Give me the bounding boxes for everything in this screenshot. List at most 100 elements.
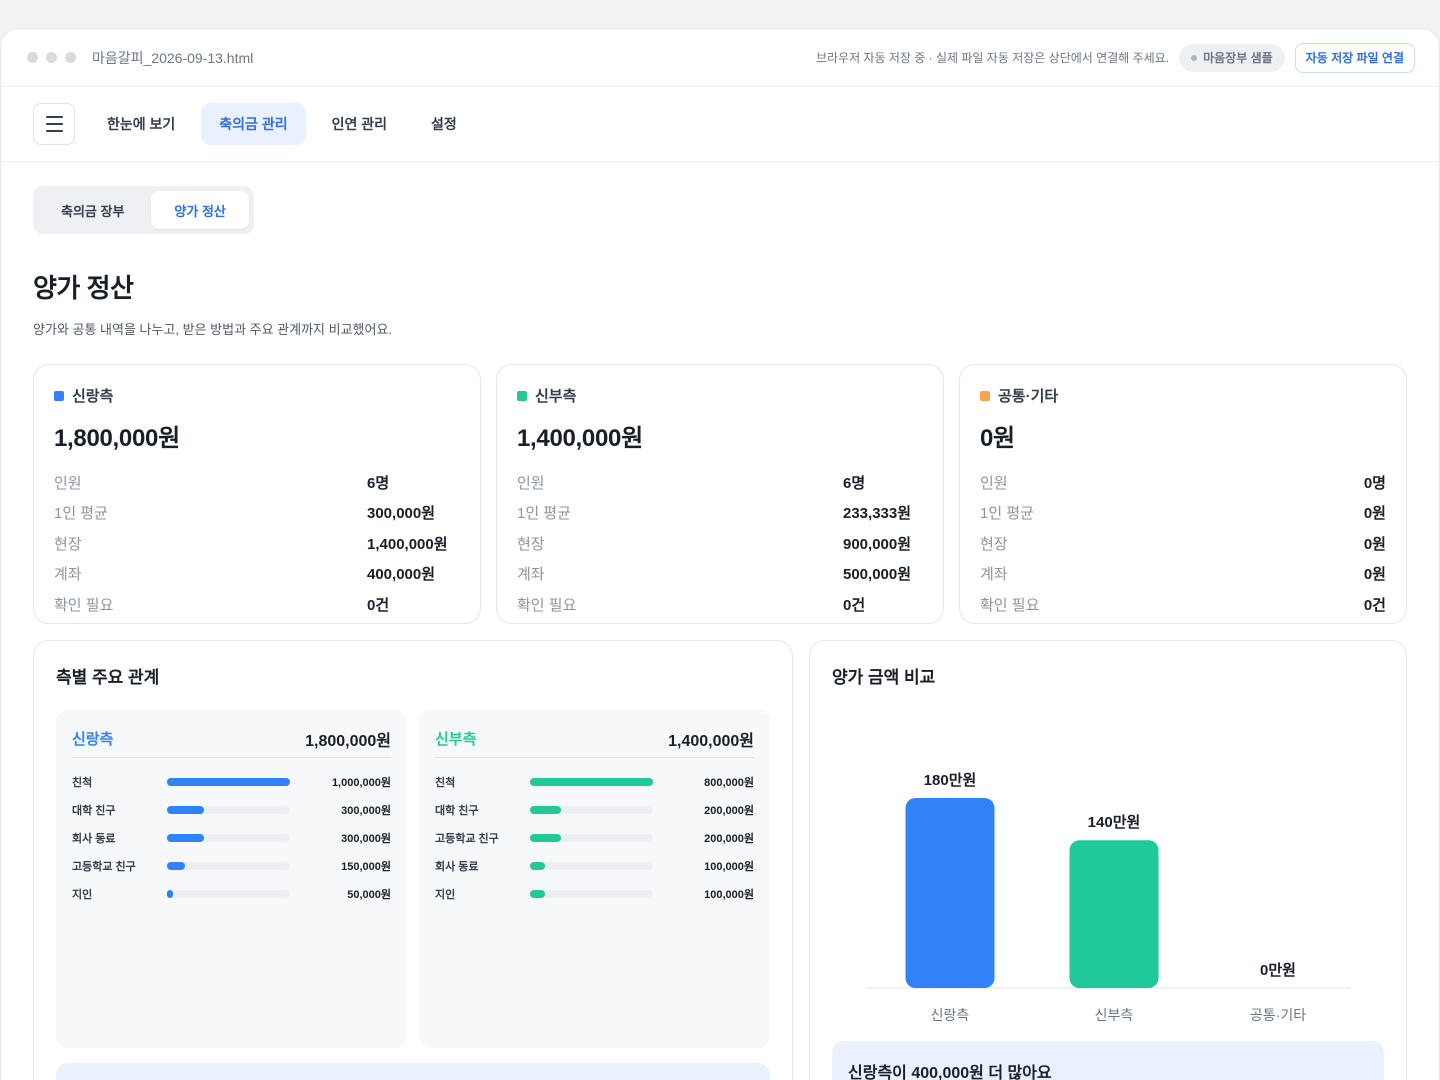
relation-row: 고등학교 친구 200,000원 <box>435 824 754 852</box>
summary-label: 인원 <box>980 474 1008 492</box>
relation-column: 신부측 1,400,000원 친척 800,000원 대학 친구 200,000원 고등학교… <box>419 710 770 1048</box>
summary-label: 인원 <box>54 474 82 492</box>
nav-tab-gift-money[interactable]: 축의금 관리 <box>201 103 306 145</box>
relation-row: 지인 100,000원 <box>435 880 754 908</box>
summary-label: 현장 <box>54 535 82 553</box>
summary-card-name: 신랑측 <box>72 388 114 405</box>
relation-bar-track <box>530 862 653 870</box>
relation-bar-fill <box>530 862 546 870</box>
relation-name: 회사 동료 <box>435 861 479 873</box>
summary-label: 인원 <box>517 474 545 492</box>
summary-total: 0원 <box>980 425 1015 452</box>
page-title: 양가 정산 <box>33 273 134 303</box>
relation-bar-track <box>167 862 290 870</box>
summary-row-onsite: 현장 0원 <box>980 528 1386 559</box>
summary-value: 900,000원 <box>843 535 912 553</box>
summary-row-onsite: 현장 900,000원 <box>517 528 923 559</box>
relation-bar-track <box>167 834 290 842</box>
summary-row-onsite: 현장 1,400,000원 <box>54 528 460 559</box>
relation-bar-fill <box>167 778 290 786</box>
relation-bar-track <box>167 806 290 814</box>
common-color-swatch <box>980 390 990 401</box>
chart-value-label: 180만원 <box>924 772 977 789</box>
relation-bar-fill <box>530 834 561 842</box>
relation-column-total: 1,800,000원 <box>305 732 391 750</box>
summary-card-header: 공통·기타 <box>980 385 1386 406</box>
comparison-panel: 양가 금액 비교 180만원 신랑측 140만원 신부측 0만원 공통·기타 신랑측이 4… <box>809 640 1407 1080</box>
subtab-settlement[interactable]: 양가 정산 <box>151 191 249 229</box>
relation-column-header: 신랑측 1,800,000원 <box>72 724 391 758</box>
relation-bar-fill <box>530 890 546 898</box>
maximize-window-dot[interactable] <box>65 52 76 63</box>
minimize-window-dot[interactable] <box>46 52 57 63</box>
summary-row-account: 계좌 0원 <box>980 559 1386 590</box>
bride-color-swatch <box>517 390 527 401</box>
summary-label: 확인 필요 <box>517 596 577 614</box>
chart-bar <box>1069 840 1159 988</box>
sample-badge-label: 마음장부 샘플 <box>1203 51 1273 65</box>
relation-bar-fill <box>167 834 204 842</box>
summary-row-account: 계좌 500,000원 <box>517 559 923 590</box>
relation-bar-fill <box>167 890 174 898</box>
relation-amount: 150,000원 <box>341 861 391 873</box>
main-nav: 한눈에 보기 축의금 관리 인연 관리 설정 <box>1 87 1439 162</box>
summary-label: 확인 필요 <box>54 596 114 614</box>
sample-badge: 마음장부 샘플 <box>1179 43 1285 72</box>
relation-amount: 100,000원 <box>704 889 754 901</box>
summary-cards: 신랑측 1,800,000원 인원 6명 1인 평균 300,000원 현장 1,40… <box>33 364 1407 624</box>
chart-bar <box>905 798 995 988</box>
relation-bar-track <box>167 778 290 786</box>
summary-value: 400,000원 <box>367 566 436 584</box>
chart-category-label: 신부측 <box>1095 1007 1134 1023</box>
relations-columns: 신랑측 1,800,000원 친척 1,000,000원 대학 친구 300,000원 회사… <box>56 710 770 1048</box>
relation-bar-track <box>530 890 653 898</box>
relation-row: 회사 동료 100,000원 <box>435 852 754 880</box>
chart-category-label: 공통·기타 <box>1250 1007 1306 1023</box>
relation-column-name: 신부측 <box>435 731 477 748</box>
relations-panel: 측별 주요 관계 신랑측 1,800,000원 친척 1,000,000원 대학 친구 3… <box>33 640 793 1080</box>
relations-note-box <box>56 1063 770 1080</box>
summary-value: 0원 <box>1363 505 1386 523</box>
summary-card-header: 신부측 <box>517 385 923 406</box>
relations-panel-title: 측별 주요 관계 <box>56 668 160 687</box>
connect-autosave-file-button[interactable]: 자동 저장 파일 연결 <box>1294 42 1415 73</box>
summary-row-count: 인원 0명 <box>980 467 1386 498</box>
comparison-note: 신랑측이 400,000원 더 많아요 <box>832 1041 1384 1080</box>
relation-row: 친척 800,000원 <box>435 768 754 796</box>
summary-label: 확인 필요 <box>980 596 1040 614</box>
summary-card-name: 신부측 <box>535 388 577 405</box>
summary-value: 0원 <box>1363 566 1386 584</box>
relation-row: 지인 50,000원 <box>72 880 391 908</box>
relation-bar-track <box>530 834 653 842</box>
hamburger-menu-icon[interactable] <box>33 103 75 145</box>
relation-row: 대학 친구 200,000원 <box>435 796 754 824</box>
summary-label: 1인 평균 <box>517 505 571 523</box>
status-dot-icon <box>1191 54 1198 61</box>
subtab-ledger[interactable]: 축의금 장부 <box>38 191 147 229</box>
relation-bar-fill <box>530 778 653 786</box>
summary-label: 1인 평균 <box>980 505 1034 523</box>
relation-name: 대학 친구 <box>435 805 479 817</box>
summary-card-common: 공통·기타 0원 인원 0명 1인 평균 0원 현장 0원 계좌 0원 확인 필요 0건 <box>959 364 1407 624</box>
summary-card-bride: 신부측 1,400,000원 인원 6명 1인 평균 233,333원 현장 900,… <box>496 364 944 624</box>
nav-tab-settings[interactable]: 설정 <box>413 103 475 145</box>
main-content: 축의금 장부 양가 정산 양가 정산 양가와 공통 내역을 나누고, 받은 방법… <box>1 162 1439 1080</box>
relation-row: 친척 1,000,000원 <box>72 768 391 796</box>
summary-row-needs-check: 확인 필요 0건 <box>980 589 1386 620</box>
relation-column: 신랑측 1,800,000원 친척 1,000,000원 대학 친구 300,000원 회사… <box>56 710 407 1048</box>
close-window-dot[interactable] <box>27 52 38 63</box>
nav-tab-relations[interactable]: 인연 관리 <box>314 103 405 145</box>
summary-row-needs-check: 확인 필요 0건 <box>54 589 460 620</box>
relation-name: 대학 친구 <box>72 805 116 817</box>
relation-name: 지인 <box>72 889 93 901</box>
summary-value: 6명 <box>367 474 390 492</box>
chart-value-label: 140만원 <box>1088 814 1141 831</box>
summary-value: 233,333원 <box>843 505 912 523</box>
nav-tab-overview[interactable]: 한눈에 보기 <box>89 103 193 145</box>
summary-value: 0명 <box>1363 474 1386 492</box>
relation-amount: 100,000원 <box>704 861 754 873</box>
app-window: 마음갈피_2026-09-13.html 브라우저 자동 저장 중 · 실제 파… <box>0 28 1440 1080</box>
chart-value-label: 0만원 <box>1260 962 1296 979</box>
summary-row-avg: 1인 평균 233,333원 <box>517 498 923 529</box>
relation-bar-track <box>167 890 290 898</box>
